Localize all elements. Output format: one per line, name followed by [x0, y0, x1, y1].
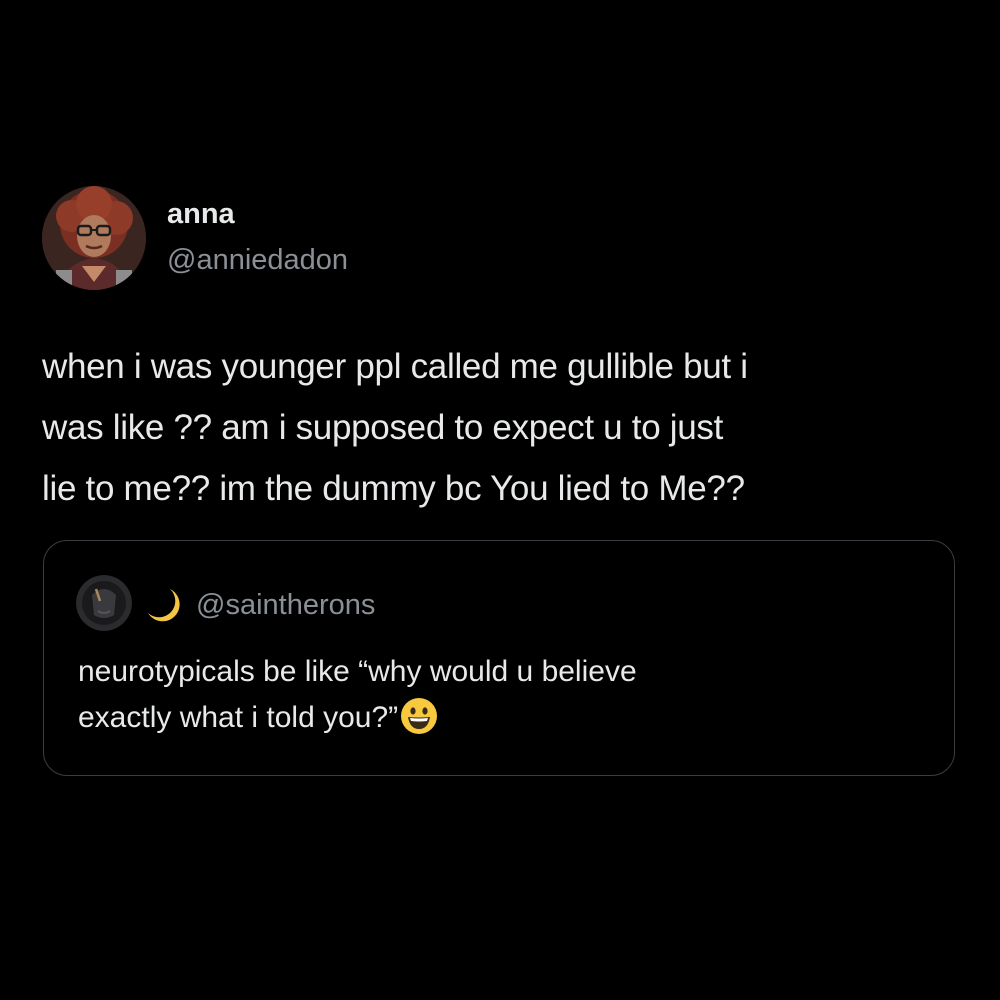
avatar[interactable]: [42, 186, 146, 290]
author-names: anna @anniedadon: [167, 196, 348, 280]
quote-handle[interactable]: @saintherons: [196, 585, 375, 625]
quote-avatar[interactable]: [76, 575, 132, 631]
tweet-text-line: was like ?? am i supposed to expect u to…: [42, 408, 724, 447]
tweet: anna @anniedadon when i was younger ppl …: [42, 186, 958, 519]
crescent-moon-icon: [148, 589, 180, 622]
tweet-text: when i was younger ppl called me gullibl…: [42, 336, 958, 519]
profile-photo-avatar-icon: [42, 186, 146, 290]
quote-text-line-last: exactly what i told you?”: [78, 695, 918, 741]
quote-text: neurotypicals be like “why would u belie…: [78, 649, 918, 741]
tweet-text-line: lie to me?? im the dummy bc You lied to …: [42, 469, 745, 508]
grinning-face-emoji-icon: [401, 698, 438, 734]
dark-profile-avatar-icon: [76, 575, 132, 631]
author-row: anna @anniedadon: [42, 186, 958, 290]
display-name[interactable]: anna: [167, 196, 348, 232]
quote-header: @saintherons: [76, 575, 375, 631]
quote-text-line: neurotypicals be like “why would u belie…: [78, 655, 637, 688]
quote-tweet-card[interactable]: @saintherons neurotypicals be like “why …: [43, 540, 955, 776]
quote-text-line: exactly what i told you?”: [78, 701, 399, 734]
tweet-text-line: when i was younger ppl called me gullibl…: [42, 347, 748, 386]
author-handle[interactable]: @anniedadon: [167, 240, 348, 280]
